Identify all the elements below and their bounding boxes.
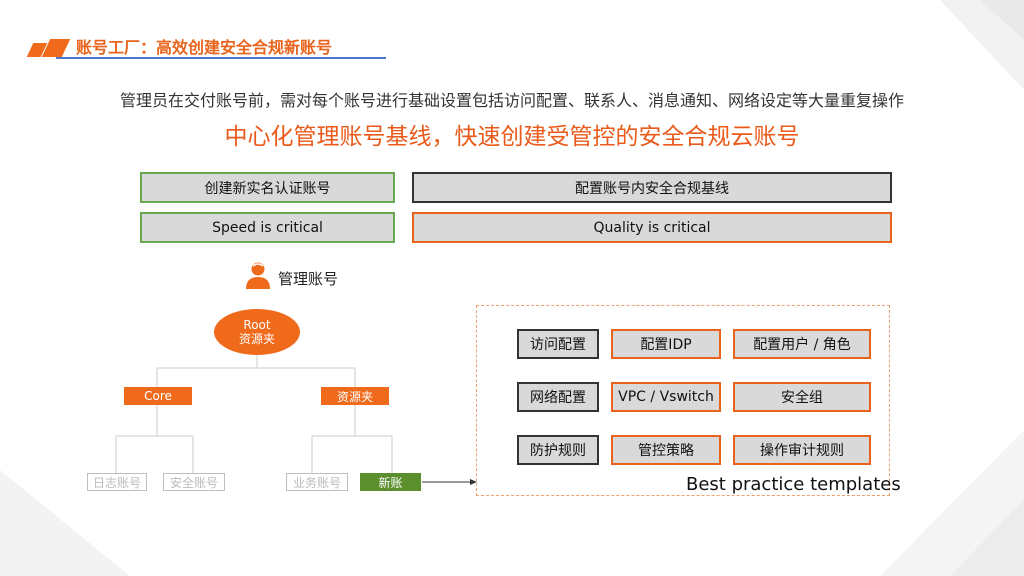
- bp-access-config: 访问配置: [517, 329, 599, 359]
- bp-security-group: 安全组: [733, 382, 871, 412]
- log-account-node: 日志账号: [87, 473, 147, 491]
- bp-config-user-role: 配置用户 / 角色: [733, 329, 871, 359]
- bp-config-idp: 配置IDP: [611, 329, 721, 359]
- business-account-node: 业务账号: [286, 473, 348, 491]
- root-node-line1: Root: [243, 318, 271, 332]
- root-node-line2: 资源夹: [238, 332, 275, 346]
- security-account-node: 安全账号: [163, 473, 225, 491]
- root-folder-node: Root 资源夹: [214, 309, 300, 355]
- folder-node: 资源夹: [321, 387, 389, 405]
- bp-audit-rules: 操作审计规则: [733, 435, 871, 465]
- bp-network-config: 网络配置: [517, 382, 599, 412]
- new-account-node: 新账: [360, 473, 421, 491]
- bp-control-policy: 管控策略: [611, 435, 721, 465]
- best-practice-caption: Best practice templates: [686, 474, 901, 495]
- bp-protection-rules: 防护规则: [517, 435, 599, 465]
- core-node: Core: [124, 387, 192, 405]
- bp-vpc-vswitch: VPC / Vswitch: [611, 382, 721, 412]
